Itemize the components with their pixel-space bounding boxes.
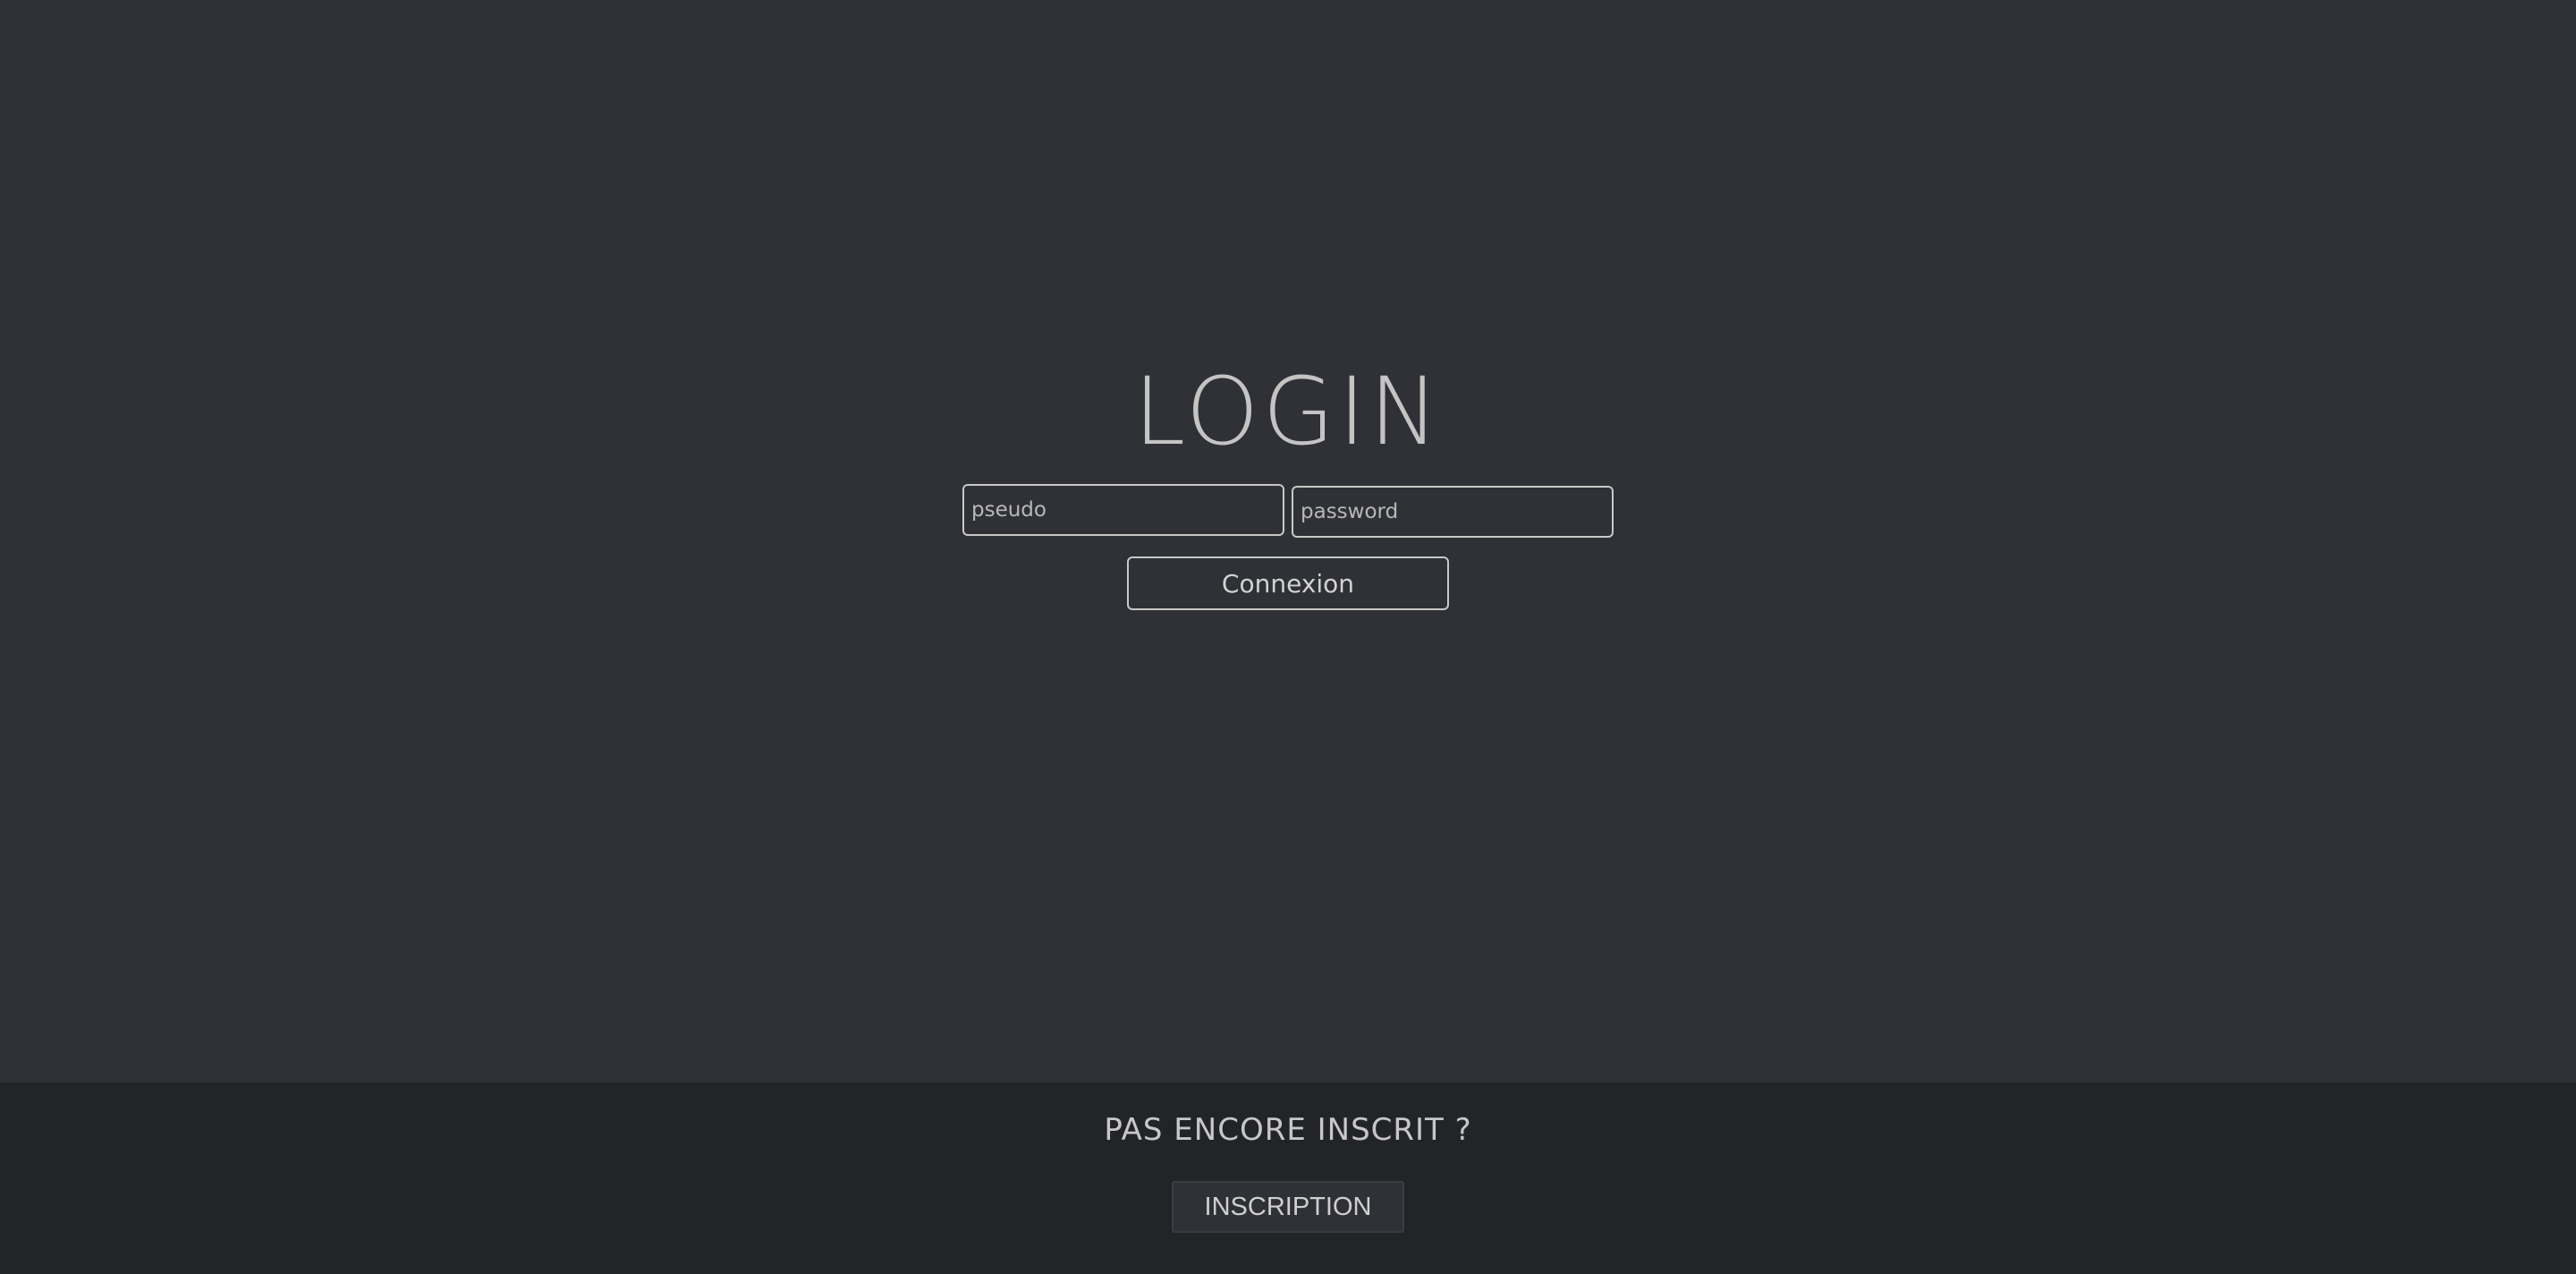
signup-question: PAS ENCORE INSCRIT ?	[1104, 1112, 1472, 1148]
connexion-button[interactable]: Connexion	[1127, 556, 1449, 610]
pseudo-input[interactable]	[962, 484, 1284, 536]
password-input[interactable]	[1292, 486, 1614, 538]
page: LOGIN Connexion PAS ENCORE INSCRIT ? INS…	[0, 0, 2576, 1274]
login-section: LOGIN Connexion	[0, 0, 2576, 1083]
page-title: LOGIN	[1133, 357, 1443, 466]
inscription-button[interactable]: INSCRIPTION	[1172, 1181, 1404, 1233]
